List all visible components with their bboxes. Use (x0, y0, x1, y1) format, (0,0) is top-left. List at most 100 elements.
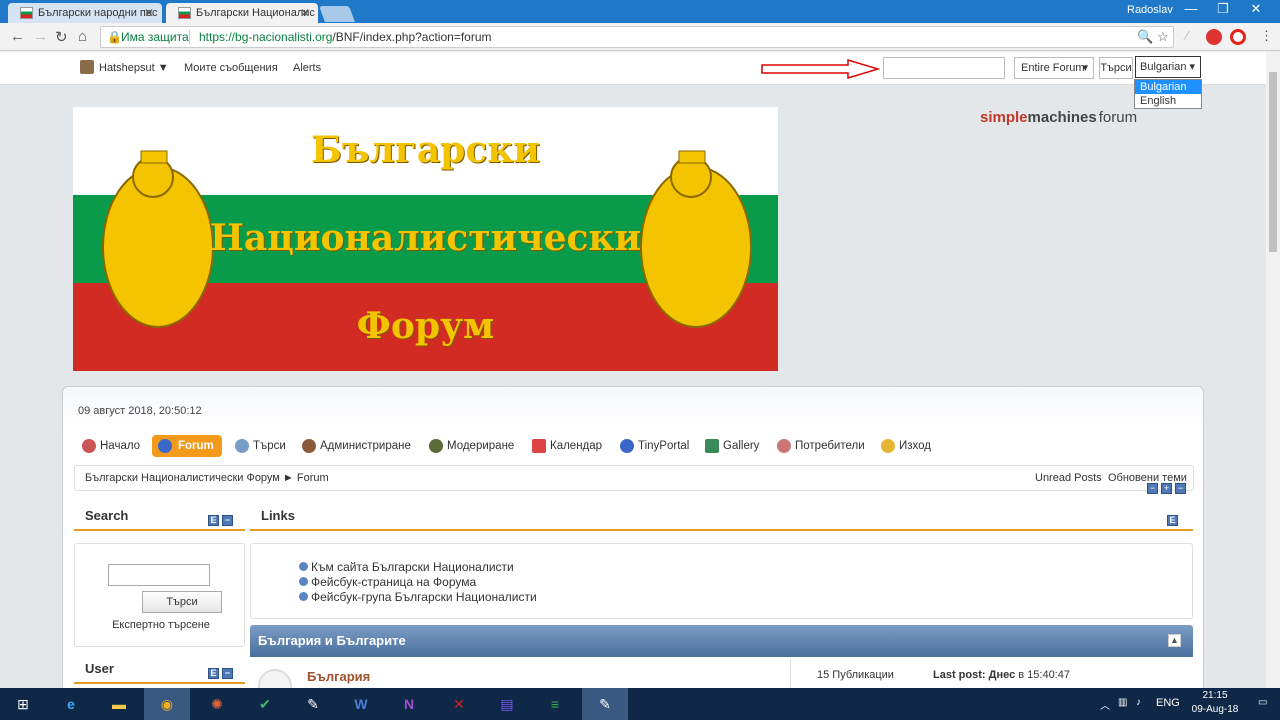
divider (189, 30, 190, 44)
start-icon[interactable]: ⊞ (0, 688, 46, 720)
star-icon[interactable]: ☆ (1157, 27, 1169, 47)
alerts-link[interactable]: Alerts (293, 62, 321, 74)
scrollbar-thumb[interactable] (1269, 72, 1277, 252)
volume-icon[interactable]: ♪ (1136, 697, 1141, 708)
home-icon[interactable]: ⌂ (78, 28, 87, 45)
link-facebook-page[interactable]: Фейсбук-страница на Форума (299, 575, 476, 589)
input-language[interactable]: ENG (1156, 697, 1180, 709)
menu-logout[interactable]: Изход (879, 435, 931, 457)
menu-home[interactable]: Начало (80, 435, 140, 457)
calendar-icon (532, 439, 546, 453)
avatar[interactable] (80, 60, 94, 74)
edit-icon[interactable]: E (208, 668, 219, 679)
forward-icon[interactable]: → (33, 28, 48, 45)
smf-logo[interactable]: simplemachines forum (980, 109, 1137, 126)
minimize-icon[interactable]: — (1176, 1, 1206, 16)
collapse-category-icon[interactable]: ▲ (1168, 634, 1181, 647)
current-date: 09 август 2018, 20:50:12 (78, 405, 202, 417)
menu-admin[interactable]: Администриране (300, 435, 411, 457)
app-check-icon[interactable]: ✔ (242, 688, 288, 720)
banner-title-line1: Български (311, 129, 540, 171)
chrome-icon[interactable]: ◉ (144, 688, 190, 720)
tab-title: Български Националис (196, 7, 315, 19)
notification-icon[interactable]: ▭ (1258, 697, 1267, 708)
expand-icon[interactable]: + (1161, 483, 1172, 494)
menu-gallery[interactable]: Gallery (703, 435, 759, 457)
new-tab-button[interactable] (319, 6, 355, 22)
menu-moderate[interactable]: Модериране (427, 435, 514, 457)
uk-flag-icon[interactable]: ✕ (436, 688, 482, 720)
link-national-site[interactable]: Към сайта Български Националисти (299, 560, 514, 574)
breadcrumb-path[interactable]: Български Националистически Форум ► Foru… (85, 472, 329, 484)
board-row: България 15 Публикации Last post: Днес в… (250, 657, 1193, 688)
collapse-icon[interactable]: − (222, 668, 233, 679)
app-layers-icon[interactable]: ≡ (532, 688, 578, 720)
edit-icon[interactable]: E (1167, 515, 1178, 526)
my-messages-link[interactable]: Моите съобщения (184, 62, 278, 74)
address-bar[interactable]: 🔒 Има защита https://bg-nacionalisti.org… (100, 26, 1174, 48)
file-explorer-icon[interactable]: ▬ (96, 688, 142, 720)
username-menu[interactable]: Hatshepsut ▼ (99, 62, 169, 74)
home-icon (82, 439, 96, 453)
clock-time[interactable]: 21:15 (1190, 690, 1240, 701)
close-icon[interactable]: ✕ (144, 3, 154, 23)
menu-icon[interactable]: ⋮ (1260, 28, 1273, 44)
zoom-icon[interactable]: 🔍 (1137, 27, 1153, 47)
category-header: България и Българите ▲ (250, 625, 1193, 657)
search-input[interactable] (883, 57, 1005, 79)
notepad-icon[interactable]: ✎ (582, 688, 628, 720)
menu-search[interactable]: Търси (233, 435, 286, 457)
block-search-input[interactable] (108, 564, 210, 586)
tools-icon (302, 439, 316, 453)
notepad-icon[interactable]: ✎ (290, 688, 336, 720)
page-scrollbar[interactable] (1266, 52, 1280, 688)
search-scope-select[interactable]: Entire Forum ▾ (1014, 57, 1094, 79)
word-icon[interactable]: W (338, 688, 384, 720)
banner-title-line3: Форум (356, 305, 495, 347)
close-icon[interactable]: ✕ (300, 3, 310, 23)
tray-up-icon[interactable]: ︿ (1100, 697, 1110, 712)
board-last-post: Last post: Днес в 15:40:47 (933, 669, 1070, 681)
onenote-icon[interactable]: N (386, 688, 432, 720)
language-select[interactable]: Bulgarian ▾ (1135, 56, 1201, 78)
collapse-icon[interactable]: − (1175, 483, 1186, 494)
tab-title: Български народни пес (38, 7, 158, 19)
link-facebook-group[interactable]: Фейсбук-група Български Националисти (299, 590, 537, 604)
browser-tab-1[interactable]: Български народни пес ✕ (8, 3, 162, 23)
language-option-bulgarian[interactable]: Bulgarian (1135, 80, 1201, 94)
menu-calendar[interactable]: Календар (530, 435, 602, 457)
advanced-search-link[interactable]: Експертно търсене (75, 619, 247, 631)
clock-date[interactable]: 09-Aug-18 (1188, 704, 1242, 715)
search-button[interactable]: Търси (1099, 57, 1133, 79)
restore-icon[interactable]: ❐ (1208, 1, 1238, 17)
logout-icon (881, 439, 895, 453)
lock-icon[interactable]: 🔒 (107, 27, 122, 47)
forum-user-bar: Hatshepsut ▼ Моите съобщения Alerts Enti… (0, 52, 1266, 109)
collapse-icon[interactable]: − (1147, 483, 1158, 494)
extension-icon[interactable]: ⁄ (1186, 28, 1188, 43)
url-text[interactable]: https://bg-nacionalisti.org/BNF/index.ph… (199, 27, 492, 47)
back-icon[interactable]: ← (10, 28, 25, 45)
app-purple-icon[interactable]: ▤ (484, 688, 530, 720)
category-title: България и Българите (258, 633, 406, 648)
menu-tinyportal[interactable]: TinyPortal (618, 435, 689, 457)
menu-members[interactable]: Потребители (775, 435, 865, 457)
extension-red-icon[interactable] (1206, 29, 1222, 45)
language-option-english[interactable]: English (1135, 94, 1201, 108)
secure-label[interactable]: Има защита (121, 27, 189, 47)
app-eye-icon[interactable]: ✺ (194, 688, 240, 720)
edge-icon[interactable]: e (48, 688, 94, 720)
unread-posts-link[interactable]: Unread Posts (1035, 472, 1102, 484)
reload-icon[interactable]: ↻ (55, 28, 68, 46)
block-search-button[interactable]: Търси (142, 591, 222, 613)
browser-profile-name[interactable]: Radoslav (1127, 4, 1173, 16)
edit-icon[interactable]: E (208, 515, 219, 526)
board-name-link[interactable]: България (307, 669, 370, 684)
opera-icon[interactable] (1230, 29, 1246, 45)
browser-tab-strip: Български народни пес ✕ Български Национ… (0, 0, 1280, 23)
close-window-icon[interactable]: ✕ (1241, 1, 1271, 17)
browser-tab-2[interactable]: Български Националис ✕ (166, 3, 318, 23)
menu-forum[interactable]: Forum (152, 435, 222, 457)
network-icon[interactable]: ▥ (1118, 697, 1127, 708)
collapse-icon[interactable]: − (222, 515, 233, 526)
